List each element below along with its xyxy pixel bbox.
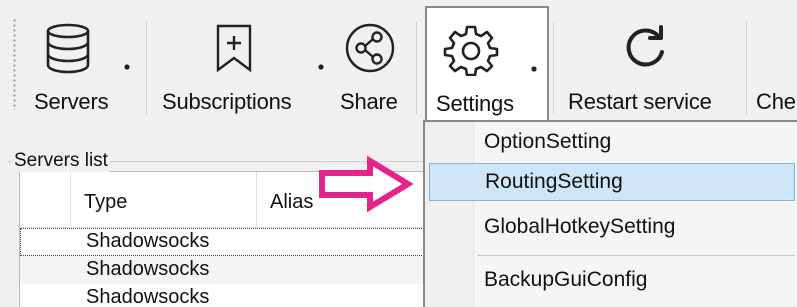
menu-item-label: GlobalHotkeySetting <box>484 215 676 238</box>
cell-type: Shadowsocks <box>86 286 210 307</box>
menu-separator <box>477 255 795 256</box>
refresh-icon <box>618 22 674 74</box>
subscriptions-button[interactable]: Subscriptions <box>152 6 332 120</box>
app-window: Servers Subscriptions Share Settings Res… <box>0 0 797 307</box>
menu-item-backup-gui-config[interactable]: BackupGuiConfig <box>429 262 795 300</box>
settings-label: Settings <box>436 91 514 116</box>
annotation-arrow <box>318 156 414 212</box>
chevron-down-icon[interactable] <box>527 64 541 74</box>
share-icon <box>342 22 398 74</box>
menu-item-option-setting[interactable]: OptionSetting <box>429 124 795 162</box>
cell-type: Shadowsocks <box>86 230 210 252</box>
cell-type: Shadowsocks <box>86 258 210 280</box>
share-label: Share <box>340 89 398 114</box>
servers-label: Servers <box>34 89 109 114</box>
check-label: Che <box>756 89 796 114</box>
menu-item-routing-setting[interactable]: RoutingSetting <box>429 163 795 201</box>
column-header-alias[interactable]: Alias <box>270 191 313 214</box>
toolbar-separator <box>746 22 747 114</box>
settings-button[interactable]: Settings <box>425 6 549 122</box>
bookmark-plus-icon <box>208 22 264 74</box>
toolbar-separator <box>553 22 554 114</box>
restart-service-button[interactable]: Restart service <box>558 6 738 120</box>
column-divider[interactable] <box>256 172 257 227</box>
toolbar: Servers Subscriptions Share Settings Res… <box>0 0 797 125</box>
settings-dropdown-menu: OptionSetting RoutingSetting GlobalHotke… <box>423 120 797 307</box>
restart-service-label: Restart service <box>568 89 712 114</box>
menu-item-label: RoutingSetting <box>485 170 623 193</box>
check-button[interactable]: Che <box>752 6 797 120</box>
menu-item-label: OptionSetting <box>484 130 612 153</box>
column-header-type[interactable]: Type <box>84 191 127 214</box>
gear-icon <box>443 24 499 76</box>
menu-item-label: BackupGuiConfig <box>484 268 648 291</box>
column-divider[interactable] <box>70 172 71 227</box>
share-button[interactable]: Share <box>330 6 410 120</box>
chevron-down-icon[interactable] <box>120 62 134 72</box>
toolbar-separator <box>416 22 417 114</box>
toolbar-grip[interactable] <box>13 18 16 110</box>
toolbar-separator <box>146 22 147 114</box>
chevron-down-icon[interactable] <box>314 62 328 72</box>
subscriptions-label: Subscriptions <box>162 89 292 114</box>
servers-list-label: Servers list <box>12 150 110 172</box>
database-icon <box>40 22 96 74</box>
menu-item-global-hotkey-setting[interactable]: GlobalHotkeySetting <box>429 209 795 247</box>
servers-button[interactable]: Servers <box>22 6 142 120</box>
